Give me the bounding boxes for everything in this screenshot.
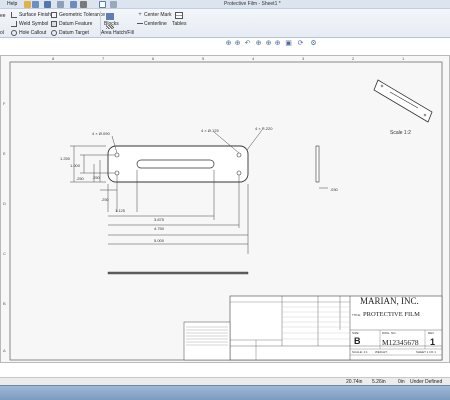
dim-250-c[interactable]: .250 bbox=[101, 197, 110, 202]
title-block-sheet: SHEET 1 OF 1 bbox=[416, 350, 436, 354]
title-block-company: MARIAN, INC. bbox=[360, 296, 419, 306]
drawing-svg: 8 7 6 5 4 3 2 1 F E D C B A Scale 1:2 4 … bbox=[3, 56, 443, 361]
zone-d: D bbox=[3, 201, 6, 206]
dim-radius-callout[interactable]: 4 × R.220 bbox=[255, 126, 273, 131]
title-block-dwg-no-label: DWG. NO. bbox=[382, 331, 396, 335]
zone-4: 4 bbox=[252, 56, 255, 61]
bottom-view[interactable] bbox=[107, 271, 249, 275]
zone-f: F bbox=[3, 101, 6, 106]
title-block-rev: 1 bbox=[430, 337, 435, 347]
zone-b: B bbox=[3, 301, 6, 306]
zone-a: A bbox=[3, 348, 6, 353]
title-block-title: PROTECTIVE FILM bbox=[363, 311, 420, 318]
dim-1125[interactable]: 1.125 bbox=[115, 208, 126, 213]
zone-numbers-top: 8 7 6 5 4 3 2 1 bbox=[52, 56, 405, 61]
dim-1000[interactable]: 1.000 bbox=[70, 163, 81, 168]
title-block-weight: WEIGHT: bbox=[375, 350, 388, 354]
dimension-annotations[interactable]: 4 × Ø.090 4 × Ø.125 4 × R.220 1.250 1.00… bbox=[60, 126, 339, 243]
solidworks-drawing-window: Help Protective Film - Sheet1 * ee ol Su… bbox=[0, 0, 450, 400]
isometric-scale-label: Scale 1:2 bbox=[390, 130, 411, 136]
title-block-dwg-no: M12345678 bbox=[382, 338, 419, 347]
dim-3875[interactable]: 3.875 bbox=[154, 217, 165, 222]
zone-5: 5 bbox=[202, 56, 205, 61]
dim-hole-callout-mid[interactable]: 4 × Ø.125 bbox=[201, 128, 219, 133]
zone-3: 3 bbox=[302, 56, 305, 61]
dim-250-a[interactable]: .250 bbox=[76, 176, 85, 181]
dim-5000[interactable]: 5.000 bbox=[154, 238, 165, 243]
zone-7: 7 bbox=[102, 56, 105, 61]
side-view[interactable] bbox=[315, 145, 328, 189]
front-view[interactable] bbox=[107, 145, 249, 183]
dim-4750[interactable]: 4.750 bbox=[154, 226, 165, 231]
title-block-rev-label: REV bbox=[428, 331, 434, 335]
isometric-view[interactable] bbox=[373, 79, 433, 123]
zone-letters-left: F E D C B A bbox=[3, 101, 6, 353]
title-block-size: B bbox=[354, 336, 361, 346]
title-block-scale: SCALE: 1:1 bbox=[352, 350, 368, 354]
zone-8: 8 bbox=[52, 56, 55, 61]
dim-hole-callout-left[interactable]: 4 × Ø.090 bbox=[92, 131, 110, 136]
zone-6: 6 bbox=[152, 56, 155, 61]
zone-1: 1 bbox=[402, 56, 405, 61]
status-bar: 20.74in 5.26in 0in Under Defined bbox=[0, 377, 450, 385]
dim-side-thickness[interactable]: .030 bbox=[330, 187, 339, 192]
dim-1250[interactable]: 1.250 bbox=[60, 156, 71, 161]
zone-2: 2 bbox=[352, 56, 355, 61]
zone-c: C bbox=[3, 251, 6, 256]
os-taskbar bbox=[0, 385, 450, 400]
title-block-size-label: SIZE bbox=[352, 331, 359, 335]
zone-e: E bbox=[3, 151, 6, 156]
title-block[interactable]: MARIAN, INC. TITLE: PROTECTIVE FILM SIZE… bbox=[183, 295, 443, 361]
dim-250-b[interactable]: .250 bbox=[92, 175, 101, 180]
title-block-title-label: TITLE: bbox=[352, 313, 361, 317]
